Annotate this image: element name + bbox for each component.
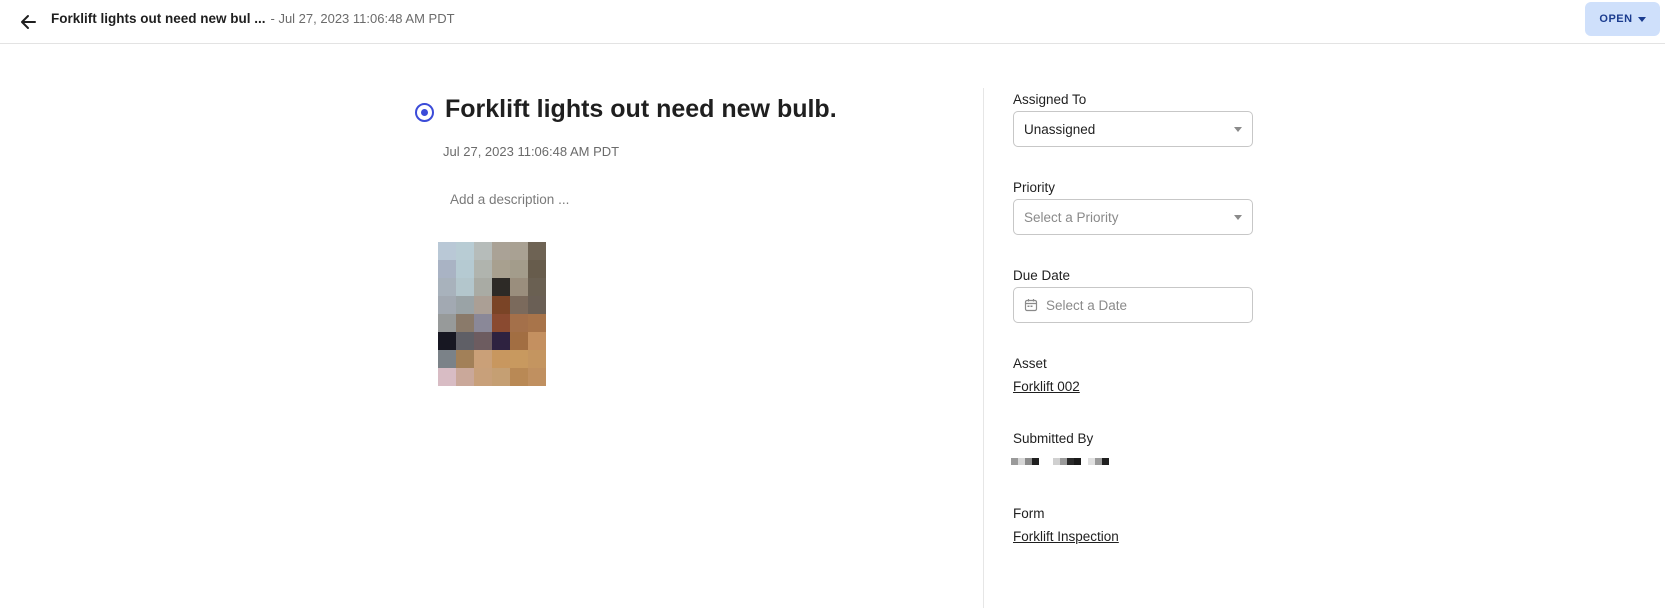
priority-placeholder: Select a Priority bbox=[1024, 209, 1119, 225]
arrow-left-icon bbox=[21, 15, 36, 29]
form-link[interactable]: Forklift Inspection bbox=[1013, 529, 1119, 544]
status-button[interactable]: OPEN bbox=[1585, 2, 1660, 36]
priority-label: Priority bbox=[1013, 180, 1056, 195]
chevron-down-icon bbox=[1637, 16, 1646, 22]
due-date-placeholder: Select a Date bbox=[1046, 297, 1128, 313]
assigned-to-select[interactable]: Unassigned bbox=[1013, 111, 1253, 147]
back-button[interactable] bbox=[14, 8, 42, 36]
submitted-by-redacted-name bbox=[1011, 458, 1109, 465]
chevron-down-icon bbox=[1234, 127, 1242, 132]
issue-photo-thumbnail[interactable] bbox=[438, 242, 546, 386]
asset-link[interactable]: Forklift 002 bbox=[1013, 379, 1080, 394]
header-subtitle: - Jul 27, 2023 11:06:48 AM PDT bbox=[270, 11, 455, 26]
calendar-icon bbox=[1024, 298, 1038, 312]
form-label: Form bbox=[1013, 506, 1045, 521]
assigned-to-value: Unassigned bbox=[1024, 121, 1096, 137]
issue-date: Jul 27, 2023 11:06:48 AM PDT bbox=[443, 144, 620, 159]
due-date-input[interactable]: Select a Date bbox=[1013, 287, 1253, 323]
due-date-label: Due Date bbox=[1013, 268, 1071, 283]
status-button-label: OPEN bbox=[1599, 13, 1633, 25]
description-input[interactable]: Add a description ... bbox=[443, 190, 743, 214]
priority-select[interactable]: Select a Priority bbox=[1013, 199, 1253, 235]
header-title-wrap: Forklift lights out need new bul ... - Ju… bbox=[51, 11, 455, 26]
top-bar: Forklift lights out need new bul ... - Ju… bbox=[0, 0, 1665, 44]
chevron-down-icon bbox=[1234, 215, 1242, 220]
open-status-icon bbox=[415, 103, 434, 122]
header-title: Forklift lights out need new bul ... bbox=[51, 11, 266, 26]
issue-title: Forklift lights out need new bulb. bbox=[445, 95, 837, 123]
assigned-to-label: Assigned To bbox=[1013, 92, 1087, 107]
submitted-by-label: Submitted By bbox=[1013, 431, 1094, 446]
vertical-divider bbox=[983, 88, 984, 608]
asset-label: Asset bbox=[1013, 356, 1047, 371]
